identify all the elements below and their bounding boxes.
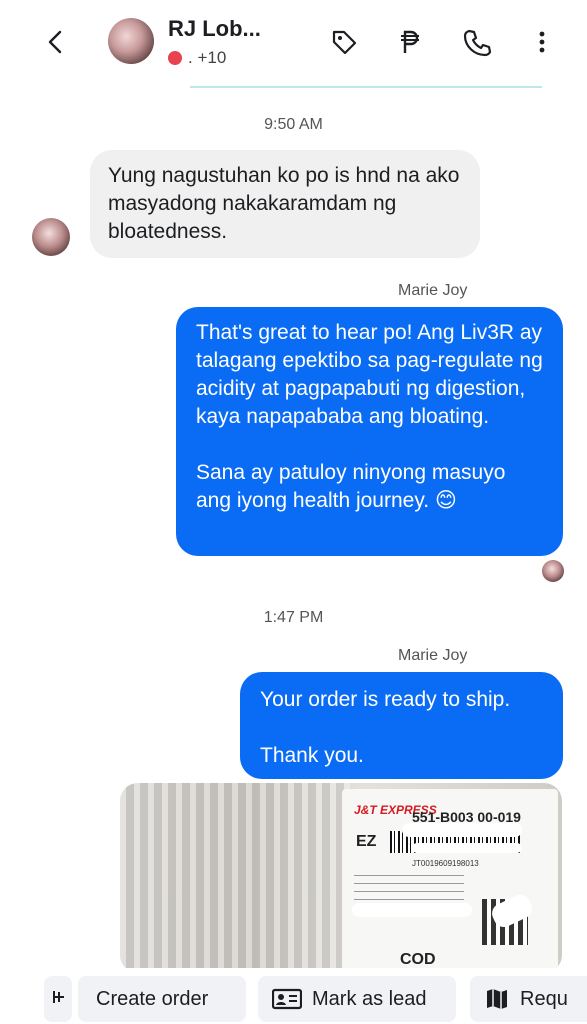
redaction-mark	[402, 823, 522, 837]
chat-header: RJ Lob... . +10	[0, 0, 587, 90]
outgoing-message[interactable]: That's great to hear po! Ang Liv3R ay ta…	[176, 307, 563, 556]
redaction-mark	[352, 903, 472, 917]
request-label: Requ	[520, 987, 568, 1010]
sender-name: Marie Joy	[398, 647, 468, 664]
more-icon[interactable]	[526, 26, 558, 58]
contact-name[interactable]: RJ Lob...	[168, 16, 261, 42]
timestamp: 9:50 AM	[264, 116, 323, 133]
read-receipt-avatar	[542, 560, 564, 582]
mark-as-lead-button[interactable]: Mark as lead	[258, 976, 456, 1022]
package-bag	[120, 783, 350, 973]
phone-icon[interactable]	[460, 26, 492, 58]
participants-count: . +10	[188, 48, 227, 67]
message-paragraph: That's great to hear po! Ang Liv3R ay ta…	[196, 321, 543, 428]
timestamp: 1:47 PM	[263, 609, 324, 626]
payment-type: COD	[400, 951, 436, 968]
tag-icon[interactable]	[328, 26, 360, 58]
back-icon[interactable]	[40, 26, 72, 58]
sort-code: EZ	[356, 833, 377, 850]
request-button[interactable]: Requ	[470, 976, 587, 1022]
participants-info: . +10	[168, 48, 226, 68]
incoming-message[interactable]: Yung nagustuhan ko po is hnd na ako masy…	[90, 150, 480, 258]
waybill-number: JT0019609198013	[412, 859, 479, 868]
quick-actions-bar: Create order Mark as lead Requ	[0, 968, 587, 1024]
redaction-mark	[412, 843, 522, 853]
lead-card-icon	[272, 988, 302, 1010]
message-paragraph: Thank you.	[260, 744, 364, 767]
pinned-strip	[190, 86, 542, 88]
outgoing-message[interactable]: Your order is ready to ship. Thank you.	[240, 672, 563, 779]
peso-icon[interactable]	[394, 26, 426, 58]
sender-name: Marie Joy	[398, 282, 468, 299]
map-icon	[487, 989, 507, 1009]
mark-as-lead-label: Mark as lead	[312, 987, 427, 1010]
status-dot	[168, 51, 182, 65]
message-paragraph: Your order is ready to ship.	[260, 688, 511, 711]
contact-avatar[interactable]	[108, 18, 154, 64]
create-order-button[interactable]: Create order	[78, 976, 246, 1022]
message-paragraph: Sana ay patuloy ninyong masuyo ang iyong…	[196, 461, 506, 512]
create-order-label: Create order	[96, 987, 209, 1010]
shipment-photo[interactable]: J&T EXPRESS 551-B003 00-019 EZ JT0019609…	[120, 783, 562, 973]
action-chip-partial[interactable]	[44, 976, 72, 1022]
sender-avatar[interactable]	[32, 218, 70, 256]
shipping-label: J&T EXPRESS 551-B003 00-019 EZ JT0019609…	[342, 789, 558, 973]
pin-icon	[53, 991, 64, 1003]
